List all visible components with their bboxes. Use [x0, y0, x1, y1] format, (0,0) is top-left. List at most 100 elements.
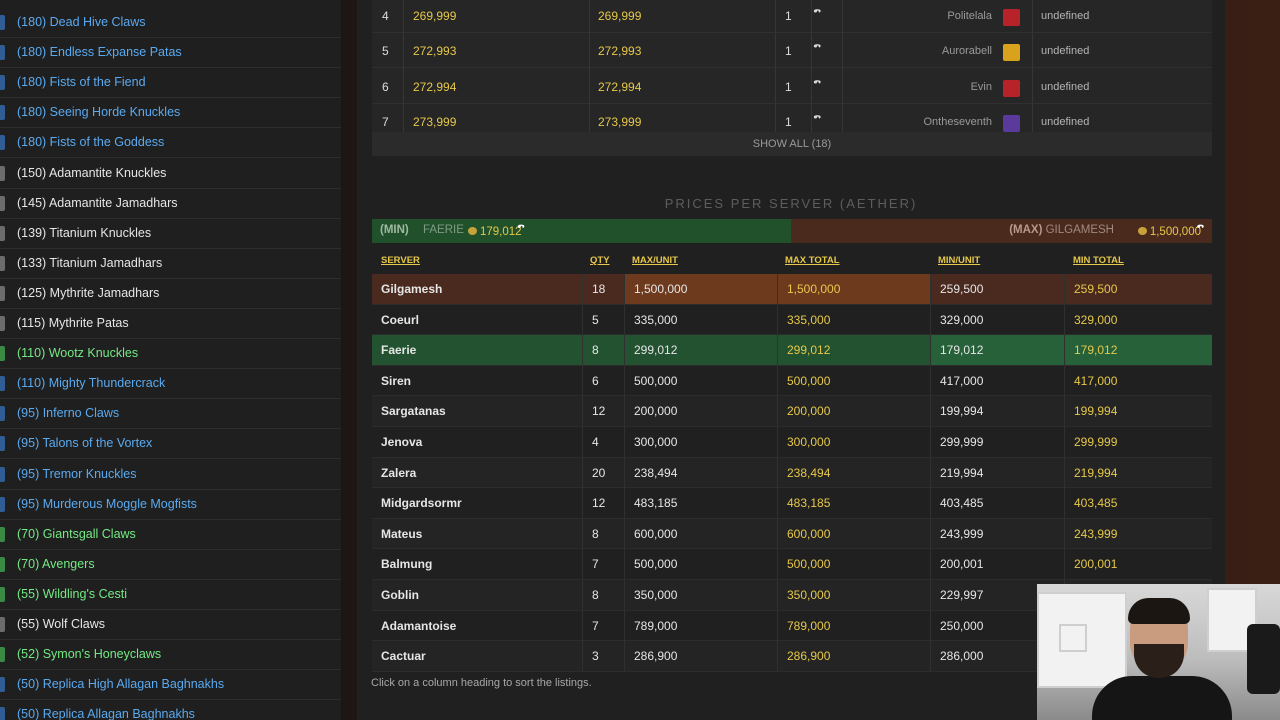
item-icon	[0, 406, 5, 422]
sidebar-item[interactable]: (50) Replica Allagan Baghnakhs	[0, 700, 341, 720]
header-qty[interactable]: QTY	[590, 255, 610, 266]
header-max-total[interactable]: MAX TOTAL	[785, 255, 840, 266]
server-qty: 8	[582, 580, 624, 610]
sidebar-item[interactable]: (50) Replica High Allagan Baghnakhs	[0, 670, 341, 701]
sidebar-item-label: (95) Murderous Moggle Mogfists	[17, 496, 197, 511]
sidebar-item[interactable]: (55) Wolf Claws	[0, 610, 341, 640]
sidebar-item[interactable]: (180) Dead Hive Claws	[0, 8, 341, 38]
listing-row: 7273,999273,9991ົOntheseventhundefined	[372, 104, 1212, 132]
server-name: Coeurl	[381, 312, 420, 327]
sidebar-item[interactable]: (139) Titanium Knuckles	[0, 219, 341, 249]
item-icon	[0, 617, 5, 632]
listings-table: 4269,999269,9991ົPolitelalaundefined5272…	[372, 0, 1212, 132]
sidebar-item[interactable]: (95) Murderous Moggle Mogfists	[0, 490, 341, 520]
sidebar-item[interactable]: (95) Inferno Claws	[0, 399, 341, 430]
min-total-price: 329,000	[1064, 304, 1212, 335]
min-total-price: 199,994	[1064, 396, 1212, 427]
min-max-bar: (MIN) FAERIE 179,012ົ (MAX) GILGAMESH 1,…	[372, 219, 1212, 243]
server-name: Mateus	[381, 526, 423, 541]
max-label: (MAX) GILGAMESH	[1009, 224, 1114, 236]
listing-retainer: Evin	[970, 80, 992, 93]
sidebar-item-label: (145) Adamantite Jamadhars	[17, 195, 178, 210]
server-name: Jenova	[381, 435, 423, 449]
sidebar-item[interactable]: (110) Mighty Thundercrack	[0, 369, 341, 400]
sidebar-item[interactable]: (70) Avengers	[0, 550, 341, 580]
min-unit-price: 219,994	[930, 457, 1064, 488]
sidebar-item[interactable]: (95) Talons of the Vortex	[0, 429, 341, 460]
server-qty: 18	[582, 274, 624, 304]
server-row: Midgardsormr 12 483,185 483,185 403,485 403,4…	[372, 488, 1212, 519]
sidebar-item[interactable]: (145) Adamantite Jamadhars	[0, 189, 341, 219]
header-min-total[interactable]: MIN TOTAL	[1073, 255, 1124, 266]
max-total-price: 299,012	[777, 335, 930, 366]
listing-rank: 7	[382, 114, 389, 129]
show-all-button[interactable]: SHOW ALL (18)	[372, 132, 1212, 156]
server-name: Goblin	[381, 588, 419, 602]
sidebar-item-label: (95) Inferno Claws	[17, 406, 120, 421]
max-tag: (MAX)	[1009, 224, 1043, 236]
sidebar-item-label: (110) Mighty Thundercrack	[17, 376, 166, 391]
min-total-price: 179,012	[1064, 335, 1212, 366]
server-qty: 20	[582, 457, 624, 488]
sidebar-item-label: (55) Wildling's Cesti	[17, 586, 128, 601]
retainer-avatar	[1003, 9, 1020, 26]
sidebar-item[interactable]: (125) Mythrite Jamadhars	[0, 279, 341, 309]
item-icon	[0, 677, 5, 693]
sidebar-item[interactable]: (70) Giantsgall Claws	[0, 520, 341, 550]
sidebar-item-label: (180) Fists of the Goddess	[17, 135, 165, 150]
retainer-avatar	[1003, 114, 1020, 132]
sidebar-item-label: (150) Adamantite Knuckles	[17, 165, 167, 180]
listing-qty: 1	[785, 9, 792, 23]
sidebar-item[interactable]: (180) Fists of the Goddess	[0, 128, 341, 159]
min-unit-price: 329,000	[930, 304, 1064, 335]
server-row: Coeurl 5 335,000 335,000 329,000 329,000	[372, 304, 1212, 336]
max-total-price: 286,900	[777, 641, 930, 672]
max-total-price: 335,000	[777, 304, 930, 335]
sidebar-item[interactable]: (180) Fists of the Fiend	[0, 68, 341, 99]
header-min-unit[interactable]: MIN/UNIT	[938, 255, 980, 266]
sidebar-item[interactable]: (133) Titanium Jamadhars	[0, 249, 341, 279]
sidebar-item[interactable]: (110) Wootz Knuckles	[0, 339, 341, 370]
listing-total: 273,999	[598, 114, 642, 129]
sidebar-item-label: (115) Mythrite Patas	[17, 316, 129, 330]
sidebar-item[interactable]: (180) Seeing Horde Knuckles	[0, 98, 341, 129]
header-max-unit[interactable]: MAX/UNIT	[632, 255, 678, 266]
server-qty: 12	[582, 488, 624, 519]
server-row: Siren 6 500,000 500,000 417,000 417,000	[372, 365, 1212, 397]
listing-unit-price: 272,993	[413, 44, 457, 59]
webcam-overlay	[1037, 584, 1280, 720]
listing-total: 272,994	[598, 79, 642, 94]
listing-rank: 5	[382, 44, 389, 59]
server-qty: 3	[582, 641, 624, 672]
sidebar-item[interactable]: (95) Tremor Knuckles	[0, 460, 341, 490]
sidebar-item-label: (180) Endless Expanse Patas	[17, 45, 182, 60]
item-icon	[0, 105, 5, 121]
sidebar-item[interactable]: (180) Endless Expanse Patas	[0, 38, 341, 69]
person-shirt	[1092, 676, 1232, 720]
min-total-price: 200,001	[1064, 549, 1212, 580]
sidebar-item[interactable]: (150) Adamantite Knuckles	[0, 159, 341, 189]
sidebar-item[interactable]: (55) Wildling's Cesti	[0, 580, 341, 610]
listing-creator: undefined	[1041, 45, 1090, 58]
listing-row: 5272,993272,9931ົAurorabellundefined	[372, 33, 1212, 69]
server-qty: 4	[582, 427, 624, 457]
sidebar-item-label: (180) Dead Hive Claws	[17, 15, 146, 29]
listing-rank: 6	[382, 79, 389, 94]
header-server[interactable]: SERVER	[381, 255, 420, 266]
server-row: Sargatanas 12 200,000 200,000 199,994 199,994	[372, 396, 1212, 427]
max-total-price: 1,500,000	[777, 274, 930, 304]
server-qty: 8	[582, 518, 624, 549]
min-unit-price: 200,001	[930, 549, 1064, 580]
sidebar-item[interactable]: (115) Mythrite Patas	[0, 309, 341, 339]
listing-row: 6272,994272,9941ົEvinundefined	[372, 69, 1212, 104]
item-icon	[0, 15, 5, 30]
max-total-price: 500,000	[777, 549, 930, 580]
server-qty: 7	[582, 610, 624, 641]
max-unit-price: 789,000	[624, 610, 777, 641]
max-total-price: 350,000	[777, 580, 930, 610]
listing-retainer: Aurorabell	[941, 45, 992, 58]
server-name: Balmung	[381, 557, 433, 572]
sidebar-item[interactable]: (52) Symon's Honeyclaws	[0, 640, 341, 671]
item-icon	[0, 225, 5, 241]
max-total-price: 483,185	[777, 488, 930, 519]
